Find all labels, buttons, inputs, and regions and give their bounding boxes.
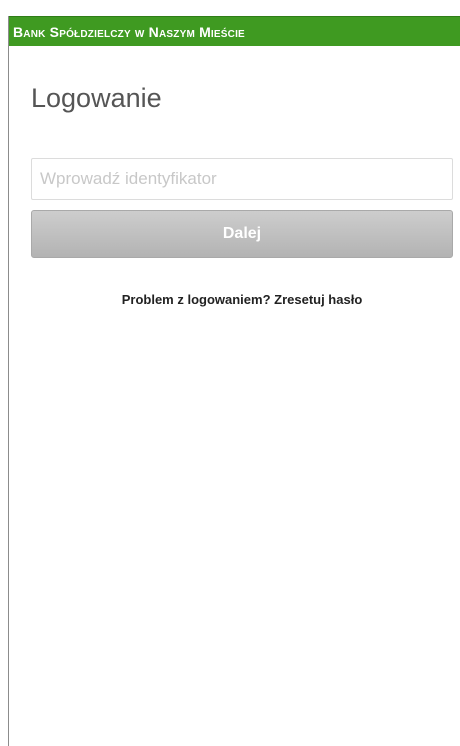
bank-name: Bank Spółdzielczy w Naszym Mieście [13,24,245,40]
login-page: Bank Spółdzielczy w Naszym Mieście Logow… [8,16,460,746]
reset-password-link[interactable]: Problem z logowaniem? Zresetuj hasło [31,292,453,307]
header-bar: Bank Spółdzielczy w Naszym Mieście [9,16,460,46]
next-button[interactable]: Dalej [31,210,453,258]
page-title: Logowanie [31,83,162,113]
identifier-input[interactable] [31,158,453,200]
